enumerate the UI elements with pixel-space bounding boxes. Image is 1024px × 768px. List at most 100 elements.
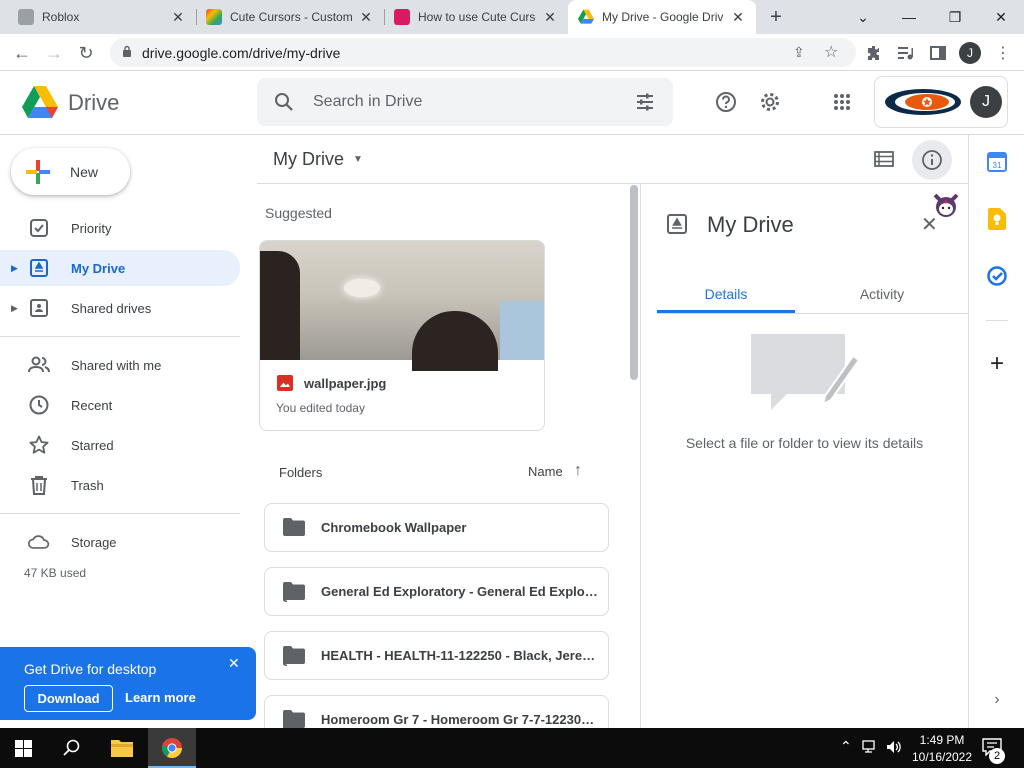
keep-icon[interactable]: [986, 208, 1008, 230]
tab-my-drive[interactable]: My Drive - Google Driv ✕: [568, 0, 756, 34]
calendar-icon[interactable]: 31: [986, 151, 1008, 173]
people-icon: [28, 354, 50, 376]
sidebar-item-label: Shared with me: [71, 357, 162, 373]
page-title[interactable]: My Drive: [273, 149, 344, 170]
sort-direction-arrow-icon[interactable]: ↑: [574, 462, 582, 480]
side-panel-icon[interactable]: [924, 39, 952, 67]
settings-gear-icon[interactable]: [750, 82, 790, 122]
clock-time[interactable]: 1:49 PM: [912, 733, 972, 747]
file-thumbnail-image: [260, 241, 544, 371]
tab-how-to-use[interactable]: How to use Cute Curso ✕: [384, 0, 568, 34]
chrome-profile-avatar[interactable]: J: [959, 42, 981, 64]
sidebar-item-label: Storage: [71, 534, 117, 550]
search-input[interactable]: Search in Drive: [313, 93, 422, 111]
search-options-icon[interactable]: [635, 92, 655, 117]
account-switcher[interactable]: J: [874, 76, 1008, 128]
clock-date[interactable]: 10/16/2022: [905, 750, 979, 764]
windows-start-icon[interactable]: [15, 740, 32, 762]
details-title: My Drive: [707, 212, 794, 237]
sidebar-item-starred[interactable]: Starred: [0, 428, 240, 462]
expand-side-panel-icon[interactable]: ›: [986, 689, 1008, 711]
forward-icon[interactable]: →: [40, 39, 68, 67]
new-button-label: New: [70, 164, 99, 180]
volume-icon[interactable]: [886, 739, 902, 760]
close-tab-icon[interactable]: ✕: [170, 9, 186, 26]
close-tab-icon[interactable]: ✕: [358, 9, 374, 26]
title-dropdown-icon[interactable]: ▼: [353, 154, 363, 165]
share-icon[interactable]: ⇪: [793, 44, 805, 61]
sidebar-item-label: Trash: [71, 477, 104, 493]
bookmark-star-icon[interactable]: ☆: [824, 42, 838, 62]
search-icon[interactable]: [274, 92, 294, 117]
close-window-icon[interactable]: ✕: [978, 0, 1024, 34]
address-bar[interactable]: drive.google.com/drive/my-drive ⇪ ☆: [110, 38, 856, 67]
sort-by-name-button[interactable]: Name: [528, 464, 563, 479]
account-avatar[interactable]: J: [970, 86, 1002, 118]
close-tab-icon[interactable]: ✕: [730, 9, 746, 26]
sidebar-item-label: My Drive: [71, 260, 126, 276]
drive-logo-icon[interactable]: [22, 86, 58, 118]
search-bar[interactable]: Search in Drive: [257, 78, 673, 126]
learn-more-link[interactable]: Learn more: [125, 690, 196, 705]
folder-name: HEALTH - HEALTH-11-122250 - Black, Jerem…: [321, 648, 601, 663]
my-drive-icon: [28, 257, 50, 279]
new-tab-icon[interactable]: +: [765, 6, 787, 28]
main-scrollbar-thumb[interactable]: [630, 185, 638, 380]
file-explorer-icon[interactable]: [111, 738, 133, 762]
tasks-icon[interactable]: [986, 265, 1008, 287]
sidebar-item-storage[interactable]: Storage: [0, 525, 240, 559]
taskbar-search-icon[interactable]: [63, 739, 81, 762]
chrome-icon: [161, 737, 183, 764]
new-button[interactable]: New: [11, 148, 130, 195]
folder-item[interactable]: Homeroom Gr 7 - Homeroom Gr 7-7-122305 -…: [264, 695, 609, 728]
add-addon-icon[interactable]: +: [986, 350, 1008, 377]
close-tab-icon[interactable]: ✕: [542, 9, 558, 26]
tab-activity[interactable]: Activity: [813, 274, 951, 313]
expand-caret-icon[interactable]: ▶: [11, 263, 18, 274]
folder-item[interactable]: General Ed Exploratory - General Ed Expl…: [264, 567, 609, 616]
tab-details[interactable]: Details: [657, 274, 795, 313]
back-icon[interactable]: ←: [8, 39, 36, 67]
download-button[interactable]: Download: [24, 685, 113, 712]
chrome-menu-icon[interactable]: ⋮: [989, 39, 1017, 67]
suggested-file-card[interactable]: wallpaper.jpg You edited today: [259, 240, 545, 431]
sidebar-item-shared-with-me[interactable]: Shared with me: [0, 348, 240, 382]
info-icon[interactable]: [912, 140, 952, 180]
cursor-favicon-icon: [394, 9, 410, 25]
main-toolbar: My Drive ▼: [257, 135, 640, 184]
file-name: wallpaper.jpg: [304, 376, 387, 391]
list-view-icon[interactable]: [874, 151, 894, 172]
tab-title: How to use Cute Curso: [418, 10, 536, 24]
media-control-icon[interactable]: [892, 39, 920, 67]
reload-icon[interactable]: ↻: [72, 39, 100, 67]
expand-caret-icon[interactable]: ▶: [11, 303, 18, 314]
sidebar-divider: [0, 336, 240, 337]
apps-grid-icon[interactable]: [822, 82, 862, 122]
restore-icon[interactable]: ❐: [932, 0, 978, 34]
folder-item[interactable]: Chromebook Wallpaper: [264, 503, 609, 552]
sidebar-item-trash[interactable]: Trash: [0, 468, 240, 502]
minimize-icon[interactable]: —: [886, 0, 932, 34]
tab-roblox[interactable]: Roblox ✕: [8, 0, 196, 34]
extensions-icon[interactable]: [860, 39, 888, 67]
network-icon[interactable]: [862, 740, 878, 759]
tab-search-chevron-icon[interactable]: ⌄: [840, 0, 886, 34]
tab-cute-cursors[interactable]: Cute Cursors - Custom ✕: [196, 0, 384, 34]
sidebar-item-shared-drives[interactable]: ▶ Shared drives: [0, 291, 240, 325]
rainbow-favicon-icon: [206, 9, 222, 25]
sidebar-item-my-drive[interactable]: ▶ My Drive: [0, 250, 240, 286]
show-hidden-icons-chevron-icon[interactable]: ⌃: [840, 738, 852, 755]
sidebar-item-priority[interactable]: Priority: [0, 211, 240, 245]
storage-used-text: 47 KB used: [24, 566, 87, 580]
sidebar-item-label: Priority: [71, 220, 112, 236]
drive-app-name[interactable]: Drive: [68, 90, 119, 116]
sidebar-item-recent[interactable]: Recent: [0, 388, 240, 422]
close-promo-icon[interactable]: ✕: [228, 655, 240, 672]
chrome-taskbar-button[interactable]: [148, 728, 196, 768]
tab-title: Cute Cursors - Custom: [230, 10, 352, 24]
folder-name: Homeroom Gr 7 - Homeroom Gr 7-7-122305 -…: [321, 712, 601, 727]
close-details-icon[interactable]: ✕: [921, 212, 938, 237]
folder-item[interactable]: HEALTH - HEALTH-11-122250 - Black, Jerem…: [264, 631, 609, 680]
notification-count-badge: 2: [989, 748, 1005, 764]
help-icon[interactable]: [706, 82, 746, 122]
